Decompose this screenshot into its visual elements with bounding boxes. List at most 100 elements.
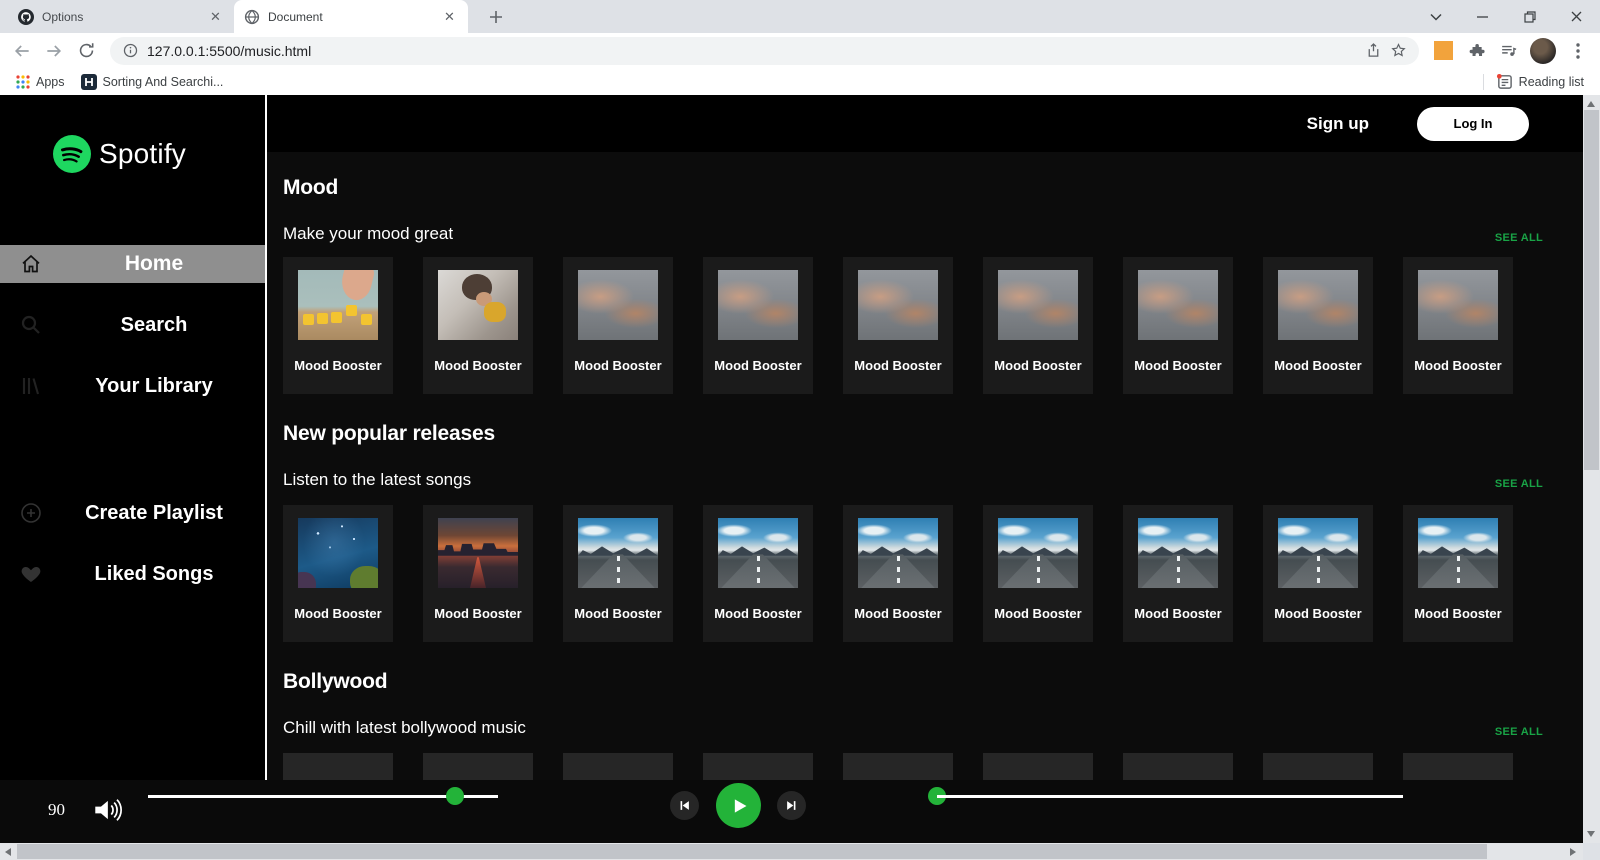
playlist-card[interactable]: Mood Booster: [1263, 505, 1373, 642]
next-button[interactable]: [777, 791, 806, 820]
vertical-scrollbar[interactable]: [1583, 95, 1600, 843]
playlist-card[interactable]: [283, 753, 393, 780]
sidebar-item-liked-songs[interactable]: Liked Songs: [0, 555, 265, 593]
playlist-card[interactable]: Mood Booster: [1263, 257, 1373, 394]
playlist-card[interactable]: [563, 753, 673, 780]
browser-toolbar: 127.0.0.1:5500/music.html: [0, 33, 1600, 68]
playlist-card[interactable]: Mood Booster: [423, 505, 533, 642]
horizontal-scrollbar-thumb[interactable]: [17, 844, 1487, 859]
share-icon[interactable]: [1365, 42, 1382, 59]
new-tab-button[interactable]: [482, 3, 510, 31]
card-art-hidden: [1138, 766, 1218, 780]
card-art-road: [1418, 518, 1498, 588]
card-art-clouds: [1138, 270, 1218, 340]
site-info-icon[interactable]: [122, 42, 139, 59]
window-controls: [1412, 0, 1600, 33]
sidebar-nav: Home Search Your Library Create Playlist Lik…: [0, 245, 265, 593]
see-all-link[interactable]: SEE ALL: [1495, 726, 1543, 738]
scroll-left-arrow-icon[interactable]: [5, 848, 11, 856]
horizontal-scrollbar[interactable]: [0, 843, 1600, 860]
bookmark-sorting[interactable]: Sorting And Searchi...: [77, 72, 228, 92]
playlist-card[interactable]: Mood Booster: [283, 505, 393, 642]
address-bar[interactable]: 127.0.0.1:5500/music.html: [110, 36, 1419, 65]
card-title: Mood Booster: [994, 358, 1082, 373]
previous-button[interactable]: [670, 791, 699, 820]
see-all-link[interactable]: SEE ALL: [1495, 232, 1543, 244]
playlist-card[interactable]: Mood Booster: [1403, 257, 1513, 394]
page: Spotify Home Search Your Library Create Pla…: [0, 95, 1600, 843]
back-icon[interactable]: [8, 37, 36, 65]
tab-close-icon[interactable]: ✕: [441, 8, 458, 25]
restore-icon[interactable]: [1506, 0, 1553, 33]
vertical-scrollbar-thumb[interactable]: [1584, 110, 1599, 470]
playlist-card[interactable]: [703, 753, 813, 780]
card-art-clouds: [718, 270, 798, 340]
tab-search-chevron-icon[interactable]: [1412, 0, 1459, 33]
playlist-card[interactable]: [983, 753, 1093, 780]
playlist-card[interactable]: Mood Booster: [563, 505, 673, 642]
volume-slider-thumb[interactable]: [446, 787, 464, 805]
reading-list-button[interactable]: Reading list: [1492, 71, 1588, 92]
extension-orange-icon[interactable]: [1434, 41, 1453, 60]
forward-icon[interactable]: [40, 37, 68, 65]
profile-avatar[interactable]: [1530, 37, 1556, 64]
card-title: Mood Booster: [994, 606, 1082, 621]
card-art-hidden: [438, 766, 518, 780]
minimize-icon[interactable]: [1459, 0, 1506, 33]
sidebar-item-search[interactable]: Search: [0, 306, 265, 344]
log-in-button[interactable]: Log In: [1417, 106, 1529, 141]
sidebar-item-create-playlist[interactable]: Create Playlist: [0, 494, 265, 532]
card-title: Mood Booster: [1134, 606, 1222, 621]
card-title: Mood Booster: [434, 358, 522, 373]
create-playlist-icon: [19, 501, 43, 525]
browser-tab-options[interactable]: Options ✕: [8, 0, 234, 33]
scroll-down-arrow-icon[interactable]: [1587, 831, 1595, 837]
sidebar-item-your-library[interactable]: Your Library: [0, 367, 265, 405]
card-title: Mood Booster: [714, 358, 802, 373]
playlist-card[interactable]: [1123, 753, 1233, 780]
playlist-card[interactable]: Mood Booster: [843, 505, 953, 642]
section-mood: Mood Make your mood great SEE ALL Mood Boos…: [267, 176, 1583, 394]
sidebar-item-home[interactable]: Home: [0, 245, 265, 283]
playlist-card[interactable]: Mood Booster: [283, 257, 393, 394]
playlist-card[interactable]: [1403, 753, 1513, 780]
spotify-logo[interactable]: Spotify: [53, 135, 265, 173]
progress-slider[interactable]: [937, 795, 1403, 798]
playlist-card[interactable]: Mood Booster: [703, 257, 813, 394]
playlist-card[interactable]: Mood Booster: [703, 505, 813, 642]
playlist-card[interactable]: Mood Booster: [983, 257, 1093, 394]
section-subtitle: Make your mood great: [283, 224, 454, 243]
extensions-puzzle-icon[interactable]: [1462, 37, 1490, 65]
card-art-hidden: [718, 766, 798, 780]
playlist-card[interactable]: Mood Booster: [423, 257, 533, 394]
url-text: 127.0.0.1:5500/music.html: [147, 42, 312, 59]
card-art-hidden: [858, 766, 938, 780]
playlist-card[interactable]: Mood Booster: [983, 505, 1093, 642]
bookmark-star-icon[interactable]: [1390, 42, 1407, 59]
playlist-card[interactable]: Mood Booster: [1123, 257, 1233, 394]
apps-shortcut[interactable]: Apps: [12, 73, 69, 91]
see-all-link[interactable]: SEE ALL: [1495, 478, 1543, 490]
browser-tab-document[interactable]: Document ✕: [234, 0, 468, 33]
playlist-card[interactable]: [1263, 753, 1373, 780]
playlist-card[interactable]: Mood Booster: [563, 257, 673, 394]
sign-up-link[interactable]: Sign up: [1307, 114, 1369, 134]
close-icon[interactable]: [1553, 0, 1600, 33]
speaker-icon[interactable]: [93, 796, 125, 824]
card-title: Mood Booster: [574, 606, 662, 621]
playlist-card[interactable]: Mood Booster: [843, 257, 953, 394]
playlist-card[interactable]: Mood Booster: [1403, 505, 1513, 642]
card-title: Mood Booster: [294, 358, 382, 373]
tab-close-icon[interactable]: ✕: [207, 8, 224, 25]
playlist-card[interactable]: [843, 753, 953, 780]
play-button[interactable]: [716, 783, 761, 828]
media-controls-icon[interactable]: [1494, 37, 1522, 65]
playlist-card[interactable]: Mood Booster: [1123, 505, 1233, 642]
sidebar-item-label: Liked Songs: [94, 562, 214, 585]
scroll-right-arrow-icon[interactable]: [1570, 848, 1576, 856]
menu-dots-icon[interactable]: [1564, 37, 1592, 65]
card-art-clouds: [858, 270, 938, 340]
scroll-up-arrow-icon[interactable]: [1587, 101, 1595, 107]
playlist-card[interactable]: [423, 753, 533, 780]
reload-icon[interactable]: [72, 37, 100, 65]
